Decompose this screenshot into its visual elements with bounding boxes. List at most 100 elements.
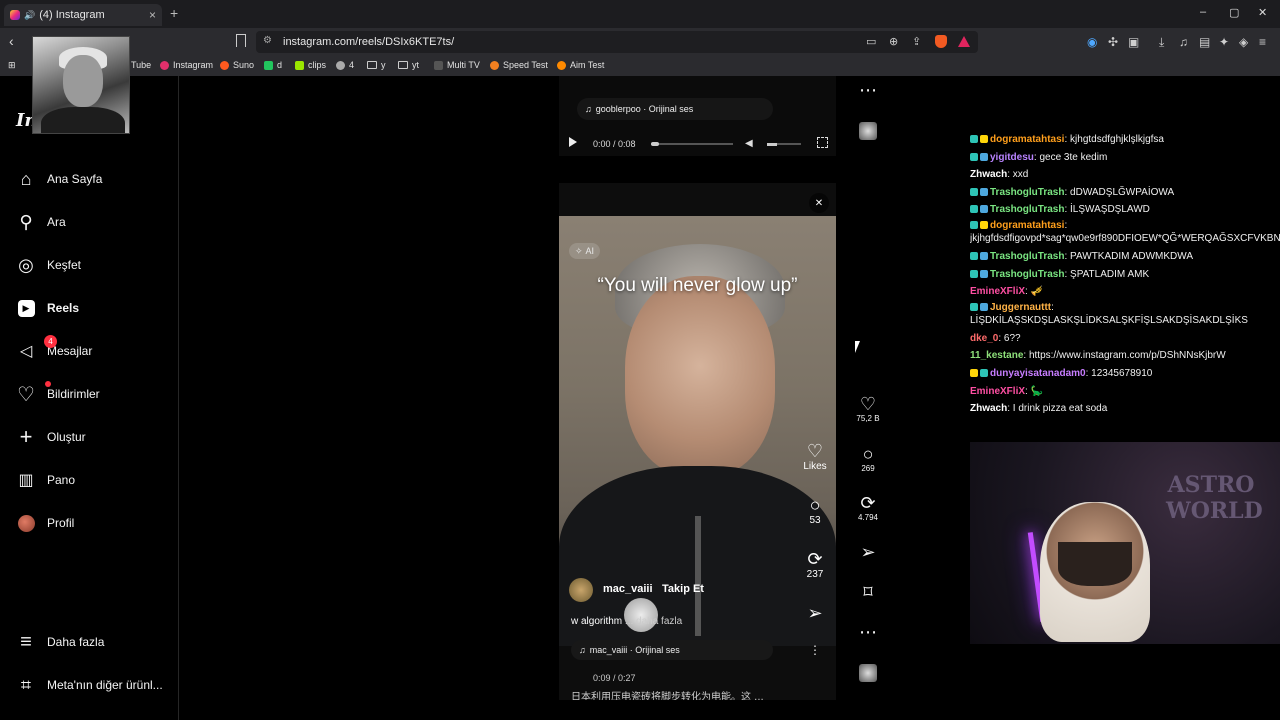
bookmark-4[interactable]: 4	[336, 60, 354, 70]
leo-ai-icon[interactable]: ✦	[1219, 35, 1229, 49]
comment-button[interactable]: ○ 269	[850, 444, 886, 473]
like-button[interactable]: ♡ 75,2 B	[850, 394, 886, 423]
sidebar-item-profile[interactable]: Profil	[16, 512, 74, 534]
fullscreen-icon[interactable]	[817, 137, 828, 148]
author-username[interactable]: mac_vaiii	[603, 583, 653, 595]
bookmark-page-icon[interactable]	[236, 34, 246, 47]
more-options-icon[interactable]: ⋮	[809, 643, 821, 657]
mouse-cursor	[855, 341, 860, 353]
bookmark-speed-test[interactable]: Speed Test	[490, 60, 548, 70]
reel-like-button[interactable]: ♡ Likes	[803, 441, 827, 472]
bookmark-clips[interactable]: clips	[295, 60, 326, 70]
brave-shields-icon[interactable]	[935, 35, 947, 48]
bookmark-multi-tv[interactable]: Multi TV	[434, 60, 480, 70]
volume-slider[interactable]	[777, 143, 801, 145]
seek-knob[interactable]	[651, 142, 659, 146]
vpn-icon[interactable]: ◈	[1239, 35, 1248, 49]
sidebar-item-search[interactable]: ⚲ Ara	[16, 211, 66, 233]
messenger-icon: ◁	[19, 343, 33, 360]
send-icon: ➢	[860, 542, 876, 562]
browser-tab[interactable]: 🔊 (4) Instagram ×	[4, 4, 162, 26]
more-button[interactable]: ⋯	[850, 622, 886, 642]
bookmark-folder-yt[interactable]: yt	[398, 60, 419, 70]
repost-button[interactable]: ⟳ 4.794	[850, 493, 886, 522]
chat-badge-icon	[970, 269, 978, 278]
apps-grid-icon[interactable]: ⊞	[8, 60, 16, 71]
audio-cast-icon[interactable]: ◉	[1087, 35, 1097, 49]
music-note-icon: ♫	[579, 645, 586, 655]
sidebar-item-label: Ara	[47, 215, 66, 229]
sidebar-item-create[interactable]: + Oluştur	[16, 424, 86, 449]
volume-level[interactable]	[767, 143, 777, 146]
sidebar-toggle-icon[interactable]: ▣	[1128, 35, 1139, 49]
wallet-icon[interactable]: ▤	[1199, 35, 1210, 49]
more-options-button[interactable]: ⋯	[850, 80, 886, 100]
maximize-button[interactable]: ▢	[1229, 6, 1239, 19]
chat-badge-icon	[970, 302, 978, 311]
bookmark-d[interactable]: d	[264, 60, 282, 70]
chat-text: PAWTKADIM ADWMKDWA	[1070, 250, 1193, 262]
chat-text: dDWADŞLĞWPAİOWA	[1070, 186, 1175, 198]
share-icon[interactable]: ⇪	[912, 35, 921, 48]
sidebar-item-reels[interactable]: ▶ Reels	[16, 297, 79, 319]
dashboard-icon: ▥	[18, 472, 34, 489]
previous-reel-audio[interactable]: ♫ gooblerpoo · Orijinal ses	[577, 98, 773, 120]
bookmark-instagram[interactable]: Instagram	[160, 60, 213, 70]
brave-rewards-icon[interactable]	[958, 36, 970, 47]
bookmark-suno[interactable]: Suno	[220, 60, 254, 70]
meta-apps-icon: ⌗	[20, 674, 32, 695]
share-button[interactable]: ➢	[850, 542, 886, 562]
sidebar-item-messages[interactable]: ◁ 4 Mesajlar	[16, 335, 92, 362]
instagram-icon	[160, 60, 169, 70]
repost-count: 4.794	[857, 513, 879, 522]
mute-icon[interactable]: ✕	[809, 193, 829, 213]
close-window-button[interactable]: ✕	[1258, 6, 1267, 19]
back-button[interactable]: ‹	[9, 33, 14, 49]
chat-username: EmineXFliX	[970, 286, 1026, 298]
seek-bar[interactable]	[651, 143, 733, 145]
chat-badge-icon	[980, 152, 988, 161]
new-tab-button[interactable]: +	[170, 5, 178, 21]
likes-label: Likes	[803, 461, 827, 472]
menu-icon[interactable]: ≡	[1259, 35, 1266, 49]
reel-repost-button[interactable]: ⟳ 237	[803, 549, 827, 580]
bookmark-folder-y[interactable]: y	[367, 60, 386, 70]
heart-icon: ♡	[859, 394, 877, 414]
sidebar-item-more[interactable]: ≡ Daha fazla	[16, 631, 104, 653]
aim-test-icon	[557, 60, 566, 70]
zoom-icon[interactable]: ⊕	[889, 35, 898, 48]
sidebar-item-dashboard[interactable]: ▥ Pano	[16, 469, 75, 491]
volume-icon[interactable]: ◀	[745, 138, 753, 149]
tab-close-icon[interactable]: ×	[149, 8, 156, 22]
reel-audio[interactable]: ♫ mac_vaiii · Orijinal ses	[571, 640, 773, 660]
speaker-icon[interactable]: 🔊	[24, 10, 35, 21]
site-settings-icon[interactable]: ⚙	[263, 35, 272, 46]
reader-mode-icon[interactable]: ▭	[866, 35, 876, 48]
reel-player[interactable]: ✕ ✧ AI “You will never glow up” ♡ Likes ○…	[559, 183, 836, 700]
sidebar-item-explore[interactable]: ◎ Keşfet	[16, 254, 81, 276]
sidebar-item-meta[interactable]: ⌗ Meta'nın diğer ürünl...	[16, 674, 163, 696]
follow-button[interactable]: Takip Et	[662, 583, 704, 595]
media-icon[interactable]: ♫	[1179, 35, 1188, 49]
sidebar-item-home[interactable]: ⌂ Ana Sayfa	[16, 168, 103, 190]
bookmark-tube[interactable]: Tube	[131, 60, 151, 70]
reel-share-button[interactable]: ➢	[803, 603, 827, 623]
reel-comment-button[interactable]: ○ 53	[803, 495, 827, 526]
extensions-icon[interactable]: ✣	[1108, 35, 1118, 49]
chat-text: gece 3te kedim	[1039, 151, 1108, 163]
astroworld-poster: ASTRO WORLD	[1166, 472, 1263, 524]
minimize-button[interactable]: –	[1200, 6, 1206, 18]
chat-badge-icon	[970, 220, 978, 229]
url-text[interactable]: instagram.com/reels/DSIx6KTE7ts/	[283, 36, 454, 48]
audio-thumbnail[interactable]	[859, 664, 877, 682]
save-button[interactable]: ⌑	[850, 582, 886, 602]
download-icon[interactable]: ⤓	[1159, 35, 1164, 50]
more-link[interactable]: ... daha fazla	[625, 616, 682, 627]
avatar[interactable]	[569, 578, 593, 602]
sidebar-item-notifications[interactable]: ♡ Bildirimler	[16, 381, 100, 406]
bookmark-aim-test[interactable]: Aim Test	[557, 60, 604, 70]
previous-audio-thumbnail[interactable]	[859, 122, 877, 140]
chat-badge-icon	[980, 187, 988, 196]
previous-reel: ♫ gooblerpoo · Orijinal ses 0:00 / 0:08 …	[559, 76, 836, 156]
play-icon[interactable]	[569, 137, 577, 147]
